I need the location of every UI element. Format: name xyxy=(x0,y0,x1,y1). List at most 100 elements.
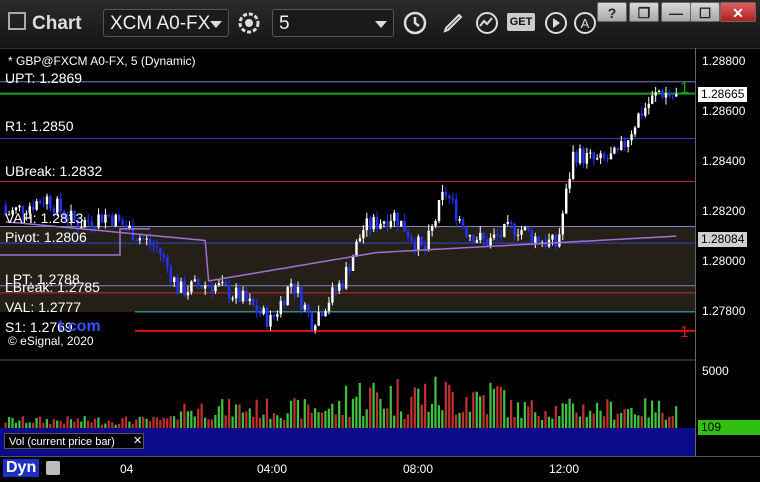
volume-bar xyxy=(21,416,24,428)
volume-bar xyxy=(320,412,324,428)
volume-bar xyxy=(145,418,148,428)
chevron-down-icon xyxy=(375,21,387,28)
volume-bar xyxy=(296,399,300,428)
candle-body xyxy=(344,266,348,289)
volume-bar xyxy=(7,417,11,428)
volume-bar xyxy=(142,416,145,428)
volume-bar xyxy=(104,423,107,428)
candle-body xyxy=(675,94,678,97)
candle-body xyxy=(530,230,534,243)
symbol-select[interactable]: XCM A0-FX xyxy=(103,9,229,37)
volume-bar xyxy=(358,383,361,428)
settings-icon[interactable] xyxy=(236,10,262,36)
candle-body xyxy=(516,234,520,236)
candle-body xyxy=(38,201,42,204)
volume-bar xyxy=(289,400,293,428)
price-chart[interactable]: * GBP@FXCM A0-FX, 5 (Dynamic) UPT: 1.286… xyxy=(0,48,695,456)
candle-body xyxy=(671,96,675,98)
volume-bar xyxy=(159,419,162,428)
get-icon[interactable]: GET xyxy=(507,13,535,31)
candle-body xyxy=(386,221,389,227)
candle-body xyxy=(224,281,228,286)
chart-canvas[interactable] xyxy=(0,48,695,456)
play-icon[interactable] xyxy=(543,10,569,36)
volume-bar xyxy=(128,421,131,428)
candle-body xyxy=(406,231,410,238)
candle-body xyxy=(124,225,128,229)
volume-bar xyxy=(630,408,633,428)
volume-bar xyxy=(530,400,533,428)
volume-bar xyxy=(179,411,183,428)
candle-body xyxy=(169,266,172,283)
volume-bar xyxy=(451,392,454,428)
volume-bar xyxy=(475,391,478,428)
candle-body xyxy=(499,235,503,237)
volume-bar xyxy=(62,423,66,428)
price-axis[interactable]: 1.28800 1.28600 1.28400 1.28200 1.28000 … xyxy=(695,48,760,456)
volume-bar xyxy=(279,417,282,428)
candle-body xyxy=(135,240,138,242)
restore-button[interactable]: ❐ xyxy=(629,2,659,22)
candle-body xyxy=(42,203,45,205)
candle-body xyxy=(461,218,465,228)
chart-header: * GBP@FXCM A0-FX, 5 (Dynamic) xyxy=(8,54,196,68)
volume-bar xyxy=(403,418,406,428)
time-tick: 04:00 xyxy=(257,462,288,476)
candle-body xyxy=(551,234,554,240)
candle-body xyxy=(444,191,448,196)
volume-bar xyxy=(654,412,657,428)
volume-bar xyxy=(485,414,489,428)
chart-window-icon xyxy=(8,12,26,30)
volume-bar xyxy=(465,397,468,428)
candle-body xyxy=(289,283,293,287)
candle-body xyxy=(582,148,585,164)
volume-bar xyxy=(348,416,351,428)
volume-bar xyxy=(427,411,430,428)
clock-icon[interactable] xyxy=(402,10,428,36)
volume-bar xyxy=(207,419,210,428)
volume-bar xyxy=(561,403,564,428)
candle-body xyxy=(186,292,190,296)
volume-bar xyxy=(56,420,59,428)
volume-bar xyxy=(241,412,245,428)
volume-bar xyxy=(637,415,640,428)
volume-bar xyxy=(176,419,179,428)
help-button[interactable]: ? xyxy=(597,2,627,22)
candle-body xyxy=(413,241,417,250)
dynamic-button[interactable]: Dyn xyxy=(3,459,40,477)
volume-bar xyxy=(66,416,69,428)
volume-bar xyxy=(148,421,152,428)
close-button[interactable]: ✕ xyxy=(720,2,756,22)
candle-body xyxy=(472,235,475,243)
alert-icon[interactable]: A xyxy=(572,10,598,36)
candle-body xyxy=(231,298,234,300)
volume-bar xyxy=(338,400,341,428)
candle-body xyxy=(262,308,265,314)
pen-icon[interactable] xyxy=(440,10,466,36)
maximize-button[interactable]: ☐ xyxy=(690,2,720,22)
candle-body xyxy=(207,285,210,287)
time-tick: 12:00 xyxy=(549,462,580,476)
symbol-value: XCM A0-FX xyxy=(110,13,211,34)
interval-select[interactable]: 5 xyxy=(272,9,394,37)
volume-tick: 5000 xyxy=(702,364,729,378)
volume-bar xyxy=(334,414,337,428)
lock-icon[interactable] xyxy=(46,461,60,475)
chart-style-icon[interactable] xyxy=(474,10,500,36)
volume-bar xyxy=(255,399,258,428)
candle-body xyxy=(293,283,296,294)
candle-body xyxy=(482,232,485,240)
volume-bar xyxy=(437,405,441,428)
volume-bar xyxy=(609,401,612,428)
volume-close-icon[interactable]: ✕ xyxy=(133,434,142,447)
minimize-button[interactable]: — xyxy=(661,2,691,22)
volume-bar xyxy=(152,416,155,428)
candle-body xyxy=(138,238,142,241)
volume-bar xyxy=(90,422,93,428)
volume-bar xyxy=(434,376,437,428)
volume-bar xyxy=(73,421,76,428)
volume-bar xyxy=(592,413,595,428)
volume-bar xyxy=(544,411,547,428)
level-upt-label: UPT: 1.2869 xyxy=(5,70,83,86)
volume-bar xyxy=(650,400,654,428)
